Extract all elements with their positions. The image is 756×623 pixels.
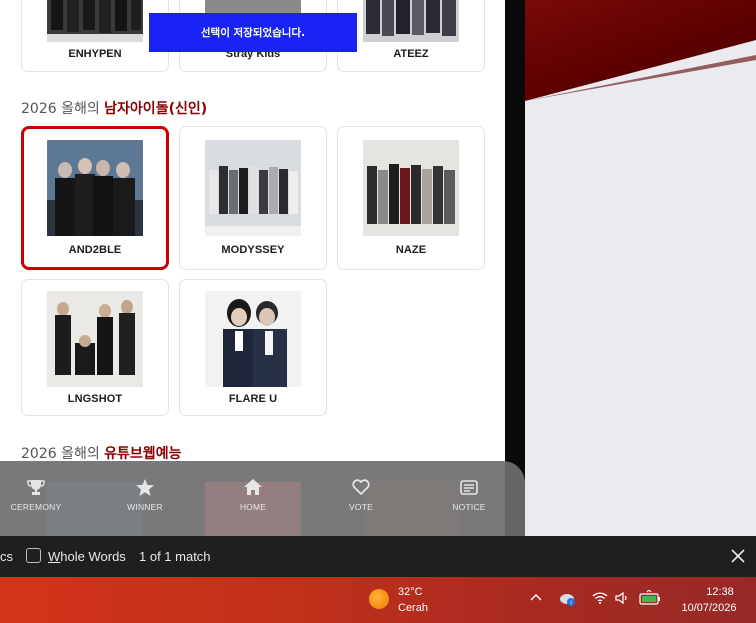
nominee-card-and2ble[interactable]: AND2BLE <box>21 126 169 270</box>
heart-icon <box>352 479 370 495</box>
nav-label: CEREMONY <box>10 502 62 512</box>
nav-ceremony[interactable]: CEREMONY <box>1 479 71 512</box>
home-icon <box>244 479 262 495</box>
page-background <box>525 0 756 536</box>
onedrive-icon[interactable]: i <box>559 591 577 607</box>
section-title-prefix: 2026 올해의 <box>21 101 105 117</box>
nav-label: HOME <box>239 502 267 512</box>
section-title-rookie: 2026 올해의 남자아이돌(신인) <box>21 98 207 118</box>
nav-notice[interactable]: NOTICE <box>434 479 504 512</box>
match-count: 1 of 1 match <box>139 549 211 564</box>
wifi-icon[interactable] <box>592 591 608 605</box>
nav-label: VOTE <box>349 502 373 512</box>
whole-words-label-rest: hole Words <box>60 549 126 564</box>
saved-toast: 선택이 저장되었습니다. <box>149 13 357 52</box>
nominee-photo <box>363 0 459 42</box>
sun-icon[interactable] <box>369 589 389 609</box>
nominee-card-naze[interactable]: NAZE <box>337 126 485 270</box>
section-title-youtube: 2026 올해의 유튜브웹예능 <box>21 443 181 463</box>
nominee-name: MODYSSEY <box>221 244 285 256</box>
section-title-highlight: 유튜브웹예능 <box>104 446 182 462</box>
close-icon[interactable] <box>729 547 747 565</box>
nominee-photo <box>47 291 143 387</box>
match-case-option[interactable]: cs <box>0 549 13 564</box>
taskbar: 32°C Cerah i 12:38 10/07/2026 <box>0 577 756 623</box>
nav-home[interactable]: HOME <box>218 479 288 512</box>
nominee-name: FLARE U <box>228 393 278 405</box>
vote-panel: ENHYPEN Stray Kids ATEEZ 선택이 저장되었습니다. 20… <box>0 0 505 536</box>
nominee-photo <box>363 140 459 236</box>
battery-icon[interactable] <box>639 590 661 606</box>
nominee-name: ENHYPEN <box>68 48 122 60</box>
star-icon <box>136 479 154 496</box>
clock-date[interactable]: 10/07/2026 <box>674 602 744 614</box>
weather-temperature[interactable]: 32°C <box>398 586 423 598</box>
nominee-card-lngshot[interactable]: LNGSHOT <box>21 279 169 416</box>
nominee-photo <box>47 0 143 42</box>
trophy-icon <box>27 480 45 495</box>
nominee-photo <box>205 140 301 236</box>
section-title-prefix: 2026 올해의 <box>21 446 105 462</box>
section-title-highlight: 남자아이돌(신인) <box>104 101 208 117</box>
chevron-up-icon[interactable] <box>529 591 543 605</box>
weather-condition[interactable]: Cerah <box>398 602 428 614</box>
find-bar: cs Whole Words 1 of 1 match <box>0 536 756 577</box>
whole-words-checkbox[interactable] <box>26 548 41 563</box>
panel-divider <box>505 0 525 536</box>
nominee-name: AND2BLE <box>68 244 122 256</box>
svg-text:i: i <box>570 601 571 607</box>
banner-wedge <box>525 0 756 101</box>
nominee-card-flare-u[interactable]: FLARE U <box>179 279 327 416</box>
nominee-name: LNGSHOT <box>67 393 123 405</box>
nav-vote[interactable]: VOTE <box>326 479 396 512</box>
whole-words-accesskey: W <box>48 549 61 564</box>
speaker-icon[interactable] <box>615 591 631 605</box>
nav-winner[interactable]: WINNER <box>110 479 180 512</box>
nominee-card-ateez[interactable]: ATEEZ <box>337 0 485 72</box>
notice-icon <box>460 480 478 495</box>
nav-label: NOTICE <box>452 502 486 512</box>
nominee-name: ATEEZ <box>393 48 429 60</box>
nominee-name: NAZE <box>395 244 427 256</box>
whole-words-label[interactable]: Whole Words <box>48 549 126 564</box>
nominee-photo <box>47 140 143 236</box>
nav-label: WINNER <box>127 502 163 512</box>
nominee-card-enhypen[interactable]: ENHYPEN <box>21 0 169 72</box>
clock-time[interactable]: 12:38 <box>690 586 750 598</box>
nominee-card-modyssey[interactable]: MODYSSEY <box>179 126 327 270</box>
nominee-photo <box>205 291 301 387</box>
bottom-nav: CEREMONY WINNER HOME VOTE NOTICE <box>0 461 525 536</box>
